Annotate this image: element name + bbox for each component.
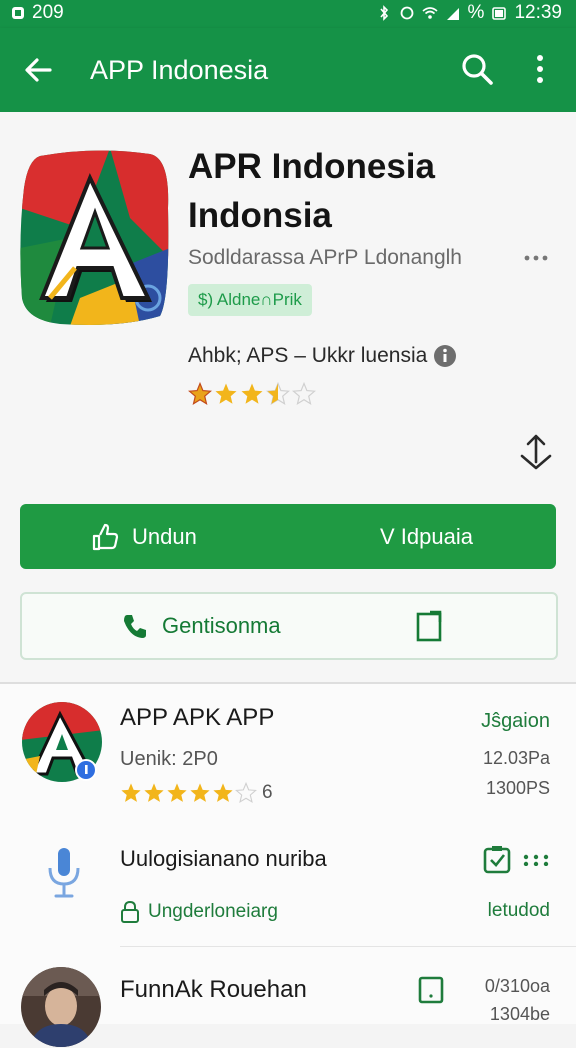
phone-icon bbox=[124, 615, 146, 638]
star-icon bbox=[167, 783, 187, 802]
app-logo bbox=[20, 150, 169, 326]
app-bar: APP Indonesia bbox=[0, 28, 576, 112]
star-icon bbox=[188, 382, 212, 405]
signal-icon bbox=[446, 8, 459, 20]
star-icon bbox=[241, 383, 263, 404]
review-count: 6 bbox=[262, 782, 273, 803]
star-icon bbox=[121, 783, 141, 802]
install-right-label: V Idpuaia bbox=[380, 523, 473, 549]
list-item-subtitle: Uenik: 2P0 bbox=[120, 748, 218, 770]
list-item-title: Uulogisianano nuriba bbox=[120, 846, 327, 871]
status-left-text: 209 bbox=[32, 2, 64, 23]
more-horiz-icon[interactable] bbox=[522, 250, 550, 266]
developer-name: Ahbk; APS – Ukkr luensia bbox=[188, 344, 428, 367]
open-button[interactable]: Gentisonma bbox=[20, 592, 558, 660]
rating-stars bbox=[188, 382, 316, 406]
star-empty-icon bbox=[235, 782, 257, 804]
list-item[interactable]: FunnAk Rouehan 0/310oa 1304be bbox=[0, 948, 576, 1047]
battery-percent: % bbox=[467, 2, 485, 23]
lock-icon bbox=[121, 900, 139, 923]
sync-icon bbox=[400, 6, 413, 20]
list-item-tag: letudod bbox=[487, 900, 550, 921]
app-bar-title: APP Indonesia bbox=[90, 55, 269, 85]
list-item-title: FunnAk Rouehan bbox=[120, 976, 307, 1003]
app-list: APP APK APP Uenik: 2P0 6 Jŝgaion 12.03Pa… bbox=[0, 684, 576, 1047]
install-left-section: Undun bbox=[90, 504, 197, 569]
list-item-subtitle: Ungderloneiarg bbox=[148, 901, 278, 922]
notification-icon bbox=[12, 7, 24, 19]
list-item-title: APP APK APP bbox=[120, 704, 275, 731]
status-right: % 12:39 bbox=[376, 2, 562, 24]
tablet-icon[interactable] bbox=[418, 976, 444, 1004]
star-icon bbox=[213, 783, 233, 802]
microphone-icon bbox=[48, 848, 80, 898]
app-subtitle: Sodldarassa APrP Ldonanglh bbox=[188, 246, 462, 269]
list-item-meta: 0/310oa bbox=[484, 976, 550, 996]
more-vert-icon[interactable] bbox=[528, 50, 552, 88]
back-arrow-icon[interactable] bbox=[20, 52, 56, 88]
install-right-section: V Idpuaia bbox=[380, 504, 473, 569]
avatar bbox=[21, 967, 101, 1047]
category-badge: $) Aldne∩Prik bbox=[188, 284, 312, 316]
list-item-meta: 1300PS bbox=[485, 778, 550, 798]
bluetooth-icon bbox=[379, 5, 388, 21]
status-bar: 209 % 12:39 bbox=[0, 0, 576, 28]
share-icon[interactable] bbox=[416, 610, 442, 642]
star-half-icon bbox=[266, 382, 290, 405]
list-item-rating: 6 bbox=[120, 782, 273, 804]
star-icon bbox=[215, 383, 237, 404]
wifi-icon bbox=[422, 7, 438, 19]
status-left: 209 bbox=[10, 2, 64, 24]
info-icon[interactable] bbox=[433, 344, 457, 368]
star-empty-icon bbox=[292, 382, 316, 405]
search-icon[interactable] bbox=[458, 50, 496, 88]
list-item[interactable]: Uulogisianano nuriba Ungderloneiarg letu… bbox=[0, 824, 576, 944]
outline-left-section: Gentisonma bbox=[120, 594, 281, 658]
install-button[interactable]: Undun V Idpuaia bbox=[20, 504, 556, 569]
thumb-up-download-icon bbox=[92, 523, 119, 550]
install-left-label: Undun bbox=[132, 523, 197, 549]
list-item-tag: Jŝgaion bbox=[481, 710, 550, 732]
clipboard-check-icon[interactable] bbox=[482, 844, 512, 874]
app-icon bbox=[22, 702, 102, 782]
status-time: 12:39 bbox=[514, 2, 562, 23]
list-item[interactable]: APP APK APP Uenik: 2P0 6 Jŝgaion 12.03Pa… bbox=[0, 684, 576, 824]
star-icon bbox=[144, 783, 164, 802]
list-item-meta: 12.03Pa bbox=[482, 748, 550, 768]
download-share-icon[interactable] bbox=[518, 432, 554, 472]
open-button-label: Gentisonma bbox=[162, 613, 281, 638]
developer-row[interactable]: Ahbk; APS – Ukkr luensia bbox=[188, 344, 457, 368]
list-item-subtitle-row: Ungderloneiarg bbox=[120, 900, 278, 924]
app-header-card: APR Indonesia Indonsia Sodldarassa APrP … bbox=[0, 112, 576, 682]
dots-icon[interactable] bbox=[522, 854, 550, 866]
battery-icon bbox=[492, 7, 507, 20]
list-item-meta: 1304be bbox=[489, 1004, 550, 1024]
list-divider bbox=[120, 946, 576, 947]
app-title: APR Indonesia Indonsia bbox=[188, 147, 435, 235]
star-icon bbox=[190, 783, 210, 802]
